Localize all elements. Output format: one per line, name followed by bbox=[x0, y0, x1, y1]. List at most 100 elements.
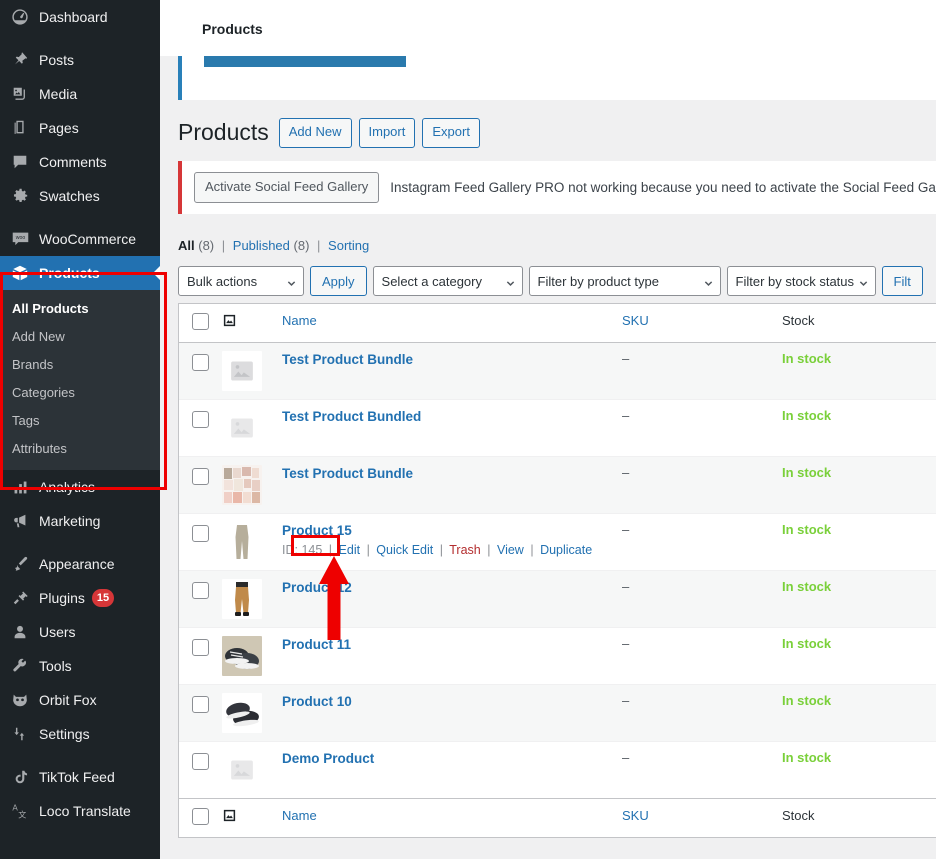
product-type-filter-select[interactable]: Filter by product type bbox=[528, 266, 721, 296]
stock-status-badge: In stock bbox=[782, 693, 832, 708]
row-checkbox[interactable] bbox=[192, 639, 209, 656]
sidebar-item-swatches[interactable]: Swatches bbox=[0, 179, 160, 213]
sidebar-item-woocommerce[interactable]: woo WooCommerce bbox=[0, 222, 160, 256]
sidebar-item-tiktok-feed[interactable]: TikTok Feed bbox=[0, 760, 160, 794]
stock-column-label: Stock bbox=[782, 313, 815, 328]
sku-column-sort-link[interactable]: SKU bbox=[622, 313, 649, 328]
import-button[interactable]: Import bbox=[358, 118, 416, 148]
row-action-quick-edit[interactable]: Quick Edit bbox=[376, 543, 433, 557]
sidebar-item-dashboard[interactable]: Dashboard bbox=[0, 0, 160, 34]
sidebar-item-settings[interactable]: Settings bbox=[0, 717, 160, 751]
row-stock-cell: In stock bbox=[782, 342, 936, 400]
row-checkbox[interactable] bbox=[192, 354, 209, 371]
select-all-checkbox[interactable] bbox=[192, 313, 209, 330]
select-all-checkbox-footer[interactable] bbox=[192, 808, 209, 825]
category-filter-select[interactable]: Select a category bbox=[372, 266, 523, 296]
chevron-down-icon bbox=[704, 279, 713, 288]
export-button[interactable]: Export bbox=[422, 118, 480, 148]
product-name-link[interactable]: Test Product Bundle bbox=[282, 351, 413, 370]
sidebar-item-tools[interactable]: Tools bbox=[0, 649, 160, 683]
admin-topbar: Products bbox=[160, 0, 936, 56]
product-name-link[interactable]: Test Product Bundled bbox=[282, 408, 421, 427]
table-header-row: Name SKU Stock P bbox=[179, 304, 936, 343]
table-head: Name SKU Stock P bbox=[179, 304, 936, 343]
product-name-link[interactable]: Product 11 bbox=[282, 636, 351, 655]
activate-social-feed-gallery-button[interactable]: Activate Social Feed Gallery bbox=[194, 172, 380, 204]
row-action-duplicate[interactable]: Duplicate bbox=[540, 543, 592, 557]
thumbnail-column-header bbox=[222, 304, 282, 343]
name-column-sort-link-footer[interactable]: Name bbox=[282, 808, 317, 823]
row-select-cell bbox=[179, 684, 222, 742]
row-checkbox[interactable] bbox=[192, 582, 209, 599]
table-row: Product 15 ID: 145 | Edit | Quick Edit |… bbox=[179, 513, 936, 571]
table-row: Product 10 – In stock bbox=[179, 684, 936, 742]
row-sku-cell: – bbox=[622, 627, 782, 685]
product-sku: – bbox=[622, 750, 630, 765]
submenu-item-all-products[interactable]: All Products bbox=[0, 295, 160, 323]
view-published-label[interactable]: Published bbox=[233, 238, 290, 253]
image-icon bbox=[222, 809, 237, 826]
name-column-sort-link[interactable]: Name bbox=[282, 313, 317, 328]
row-action-separator: | bbox=[530, 542, 534, 557]
sidebar-item-media[interactable]: Media bbox=[0, 77, 160, 111]
submenu-item-tags[interactable]: Tags bbox=[0, 407, 160, 435]
scrolled-notice-partial bbox=[178, 56, 936, 100]
row-checkbox[interactable] bbox=[192, 411, 209, 428]
apply-button-top[interactable]: Apply bbox=[310, 266, 367, 296]
submenu-item-attributes[interactable]: Attributes bbox=[0, 435, 160, 463]
view-sorting-label[interactable]: Sorting bbox=[328, 238, 369, 253]
sidebar-item-analytics[interactable]: Analytics bbox=[0, 470, 160, 504]
add-new-button[interactable]: Add New bbox=[278, 118, 352, 148]
row-stock-cell: In stock bbox=[782, 570, 936, 628]
plugins-update-badge: 15 bbox=[91, 589, 115, 607]
stock-status-filter-select[interactable]: Filter by stock status bbox=[726, 266, 876, 296]
bulk-actions-select[interactable]: Bulk actions bbox=[178, 266, 304, 296]
submenu-item-brands[interactable]: Brands bbox=[0, 351, 160, 379]
sidebar-item-orbit-fox[interactable]: Orbit Fox bbox=[0, 683, 160, 717]
row-checkbox[interactable] bbox=[192, 468, 209, 485]
row-checkbox[interactable] bbox=[192, 696, 209, 713]
fox-icon bbox=[10, 690, 30, 710]
sku-column-sort-link-footer[interactable]: SKU bbox=[622, 808, 649, 823]
submenu-item-categories[interactable]: Categories bbox=[0, 379, 160, 407]
sidebar-item-pages[interactable]: Pages bbox=[0, 111, 160, 145]
product-sku: – bbox=[622, 522, 630, 537]
filter-button[interactable]: Filt bbox=[881, 266, 923, 296]
sku-column-header[interactable]: SKU bbox=[622, 304, 782, 343]
row-thumbnail-cell bbox=[222, 456, 282, 514]
product-name-link[interactable]: Product 15 bbox=[282, 522, 352, 541]
product-name-link[interactable]: Product 10 bbox=[282, 693, 352, 712]
sidebar-separator bbox=[0, 213, 160, 222]
sidebar-item-appearance[interactable]: Appearance bbox=[0, 547, 160, 581]
row-actions: ID: 145 | Edit | Quick Edit | Trash | Vi… bbox=[282, 543, 612, 557]
sidebar-item-label: Plugins bbox=[39, 590, 85, 606]
views-filter-list: All (8) | Published (8) | Sorting bbox=[178, 238, 369, 253]
product-name-link[interactable]: Demo Product bbox=[282, 750, 374, 769]
name-column-footer[interactable]: Name bbox=[282, 798, 622, 837]
sku-column-footer[interactable]: SKU bbox=[622, 798, 782, 837]
row-action-trash[interactable]: Trash bbox=[449, 543, 481, 557]
sidebar-item-marketing[interactable]: Marketing bbox=[0, 504, 160, 538]
sidebar-item-label: Swatches bbox=[39, 188, 100, 204]
sidebar-item-posts[interactable]: Posts bbox=[0, 43, 160, 77]
view-all-label[interactable]: All bbox=[178, 238, 195, 253]
product-name-link[interactable]: Test Product Bundle bbox=[282, 465, 413, 484]
product-id-label: ID: 145 bbox=[282, 542, 323, 557]
sidebar-item-plugins[interactable]: Plugins 15 bbox=[0, 581, 160, 615]
row-checkbox[interactable] bbox=[192, 753, 209, 770]
sidebar-item-loco-translate[interactable]: A文 Loco Translate bbox=[0, 794, 160, 828]
thumbnail-column-footer bbox=[222, 798, 282, 837]
submenu-item-add-new[interactable]: Add New bbox=[0, 323, 160, 351]
product-sku: – bbox=[622, 636, 630, 651]
product-name-link[interactable]: Product 12 bbox=[282, 579, 352, 598]
pin-icon bbox=[10, 50, 30, 70]
row-action-edit[interactable]: Edit bbox=[339, 543, 361, 557]
row-stock-cell: In stock bbox=[782, 456, 936, 514]
sidebar-item-comments[interactable]: Comments bbox=[0, 145, 160, 179]
sidebar-item-products[interactable]: Products bbox=[0, 256, 160, 290]
name-column-header[interactable]: Name bbox=[282, 304, 622, 343]
row-action-view[interactable]: View bbox=[497, 543, 524, 557]
row-sku-cell: – bbox=[622, 684, 782, 742]
sidebar-item-users[interactable]: Users bbox=[0, 615, 160, 649]
row-checkbox[interactable] bbox=[192, 525, 209, 542]
